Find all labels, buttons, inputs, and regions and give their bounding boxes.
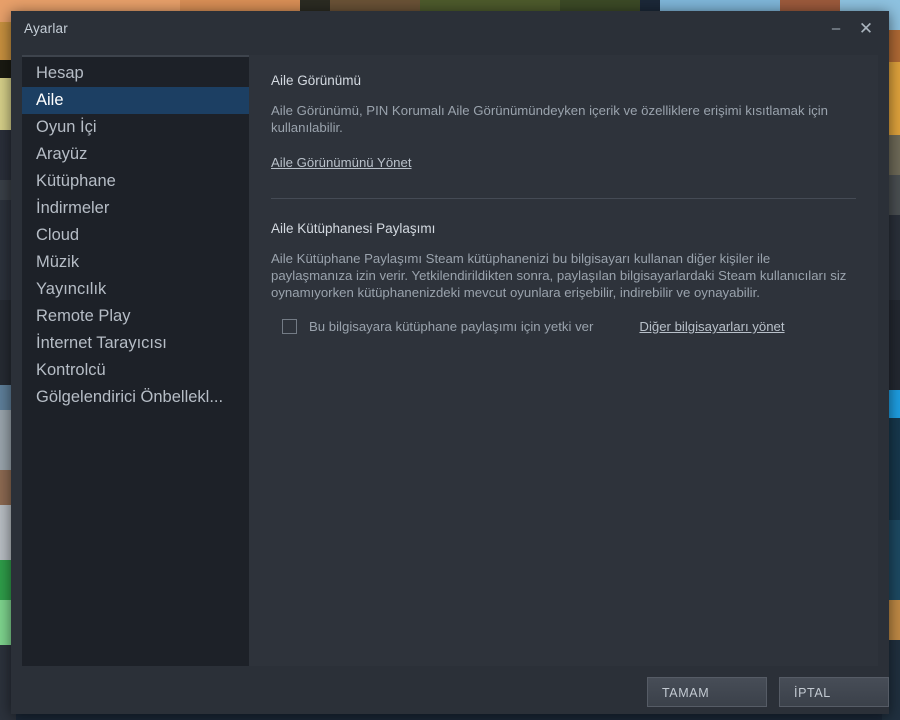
dialog-footer: TAMAM İPTAL <box>11 669 889 714</box>
manage-other-computers-link[interactable]: Diğer bilgisayarları yönet <box>639 319 784 334</box>
family-view-section: Aile Görünümü Aile Görünümü, PIN Korumal… <box>271 73 856 172</box>
family-view-description: Aile Görünümü, PIN Korumalı Aile Görünüm… <box>271 103 829 135</box>
close-icon[interactable]: ✕ <box>853 17 879 41</box>
minimize-icon[interactable]: – <box>823 17 849 41</box>
manage-family-view-link[interactable]: Aile Görünümünü Yönet <box>271 155 412 170</box>
library-sharing-title: Aile Kütüphanesi Paylaşımı <box>271 221 436 236</box>
library-sharing-section: Aile Kütüphanesi Paylaşımı Aile Kütüphan… <box>271 221 856 334</box>
sidebar-item-0[interactable]: Hesap <box>22 60 249 87</box>
settings-sidebar: Hesap Aile Oyun İçi Arayüz Kütüphane İndirmel… <box>22 55 249 666</box>
section-divider <box>271 198 856 199</box>
authorize-sharing-checkbox[interactable] <box>282 319 297 334</box>
cancel-button[interactable]: İPTAL <box>779 677 889 707</box>
sidebar-item-7[interactable]: Müzik <box>22 249 249 276</box>
sidebar-item-4[interactable]: Kütüphane <box>22 168 249 195</box>
sidebar-item-1[interactable]: Aile <box>22 87 249 114</box>
dialog-title: Ayarlar <box>24 21 68 36</box>
library-sharing-description: Aile Kütüphane Paylaşımı Steam kütüphane… <box>271 251 847 300</box>
settings-dialog: Ayarlar – ✕ Hesap Aile Oyun İçi Arayüz Kütüp… <box>11 11 889 714</box>
ok-button[interactable]: TAMAM <box>647 677 767 707</box>
sidebar-item-3[interactable]: Arayüz <box>22 141 249 168</box>
sidebar-item-11[interactable]: Kontrolcü <box>22 357 249 384</box>
dialog-title-bar: Ayarlar – ✕ <box>11 11 889 47</box>
sidebar-item-12[interactable]: Gölgelendirici Önbellekl... <box>22 384 249 411</box>
sidebar-item-2[interactable]: Oyun İçi <box>22 114 249 141</box>
authorize-sharing-label: Bu bilgisayara kütüphane paylaşımı için … <box>309 319 594 334</box>
sidebar-item-9[interactable]: Remote Play <box>22 303 249 330</box>
family-view-title: Aile Görünümü <box>271 73 362 88</box>
dialog-body: Hesap Aile Oyun İçi Arayüz Kütüphane İndirmel… <box>11 47 889 669</box>
sidebar-item-10[interactable]: İnternet Tarayıcısı <box>22 330 249 357</box>
settings-content-panel: Aile Görünümü Aile Görünümü, PIN Korumal… <box>249 55 878 666</box>
sidebar-item-6[interactable]: Cloud <box>22 222 249 249</box>
sidebar-item-8[interactable]: Yayıncılık <box>22 276 249 303</box>
sidebar-item-5[interactable]: İndirmeler <box>22 195 249 222</box>
authorize-sharing-row: Bu bilgisayara kütüphane paylaşımı için … <box>271 319 856 334</box>
